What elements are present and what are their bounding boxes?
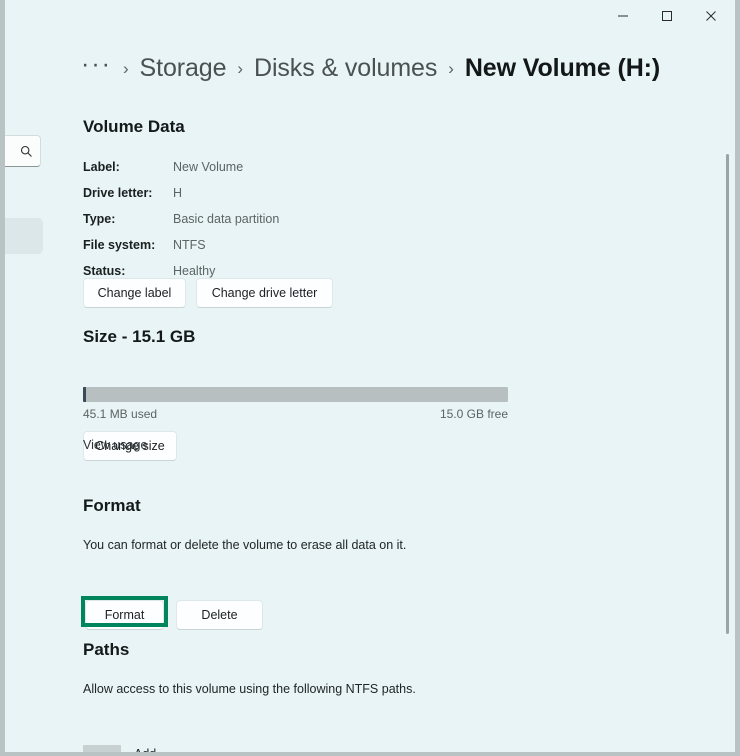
section-title-size: Size - 15.1 GB bbox=[83, 327, 196, 346]
delete-button[interactable]: Delete bbox=[176, 600, 263, 630]
volume-row-status-value: Healthy bbox=[173, 264, 216, 278]
close-icon bbox=[705, 10, 717, 22]
vertical-scrollbar[interactable] bbox=[726, 154, 729, 634]
minimize-icon bbox=[617, 10, 629, 22]
size-usage-bar-fill bbox=[83, 387, 86, 402]
breadcrumb-item-disks-and-volumes[interactable]: Disks & volumes bbox=[254, 54, 437, 83]
change-drive-letter-button[interactable]: Change drive letter bbox=[196, 278, 333, 308]
format-description: You can format or delete the volume to e… bbox=[83, 538, 407, 552]
section-title-format: Format bbox=[83, 496, 141, 515]
section-title-paths: Paths bbox=[83, 640, 130, 659]
breadcrumb-separator-1: › bbox=[122, 59, 129, 78]
size-used-label: 45.1 MB used bbox=[83, 407, 158, 421]
add-path-label: Add bbox=[134, 747, 156, 752]
page-title-volume-data: Volume Data bbox=[83, 117, 185, 136]
main-content: ··· › Storage › Disks & volumes › New Vo… bbox=[5, 34, 735, 752]
volume-row-file-system-value: NTFS bbox=[173, 238, 206, 252]
format-button-highlight bbox=[81, 596, 168, 627]
breadcrumb-overflow-button[interactable]: ··· bbox=[81, 52, 112, 77]
breadcrumb: ··· › Storage › Disks & volumes › New Vo… bbox=[81, 52, 661, 83]
size-free-label: 15.0 GB free bbox=[439, 407, 508, 421]
breadcrumb-separator-2: › bbox=[237, 59, 243, 78]
window-controls bbox=[601, 0, 733, 32]
breadcrumb-item-current: New Volume (H:) bbox=[464, 54, 661, 82]
volume-row-status-key: Status: bbox=[83, 264, 126, 278]
size-usage-bar bbox=[83, 387, 508, 402]
volume-row-type-value: Basic data partition bbox=[173, 212, 280, 226]
maximize-icon bbox=[661, 10, 673, 22]
maximize-button[interactable] bbox=[645, 0, 689, 32]
paths-description: Allow access to this volume using the fo… bbox=[83, 682, 416, 696]
add-path-button[interactable] bbox=[83, 745, 121, 752]
close-button[interactable] bbox=[689, 0, 733, 32]
breadcrumb-item-storage[interactable]: Storage bbox=[140, 54, 227, 83]
minimize-button[interactable] bbox=[601, 0, 645, 32]
volume-row-drive-letter-key: Drive letter: bbox=[83, 186, 153, 200]
volume-row-file-system-key: File system: bbox=[83, 238, 156, 252]
title-bar bbox=[5, 0, 735, 34]
volume-row-label-key: Label: bbox=[83, 160, 120, 174]
volume-row-label-value: New Volume bbox=[173, 160, 244, 174]
volume-row-drive-letter-value: H bbox=[173, 186, 183, 200]
view-usage-link[interactable]: View usage bbox=[83, 438, 147, 452]
settings-window: ··· › Storage › Disks & volumes › New Vo… bbox=[5, 0, 735, 752]
change-label-button[interactable]: Change label bbox=[83, 278, 186, 308]
volume-row-type-key: Type: bbox=[83, 212, 116, 226]
breadcrumb-separator-3: › bbox=[448, 59, 454, 78]
